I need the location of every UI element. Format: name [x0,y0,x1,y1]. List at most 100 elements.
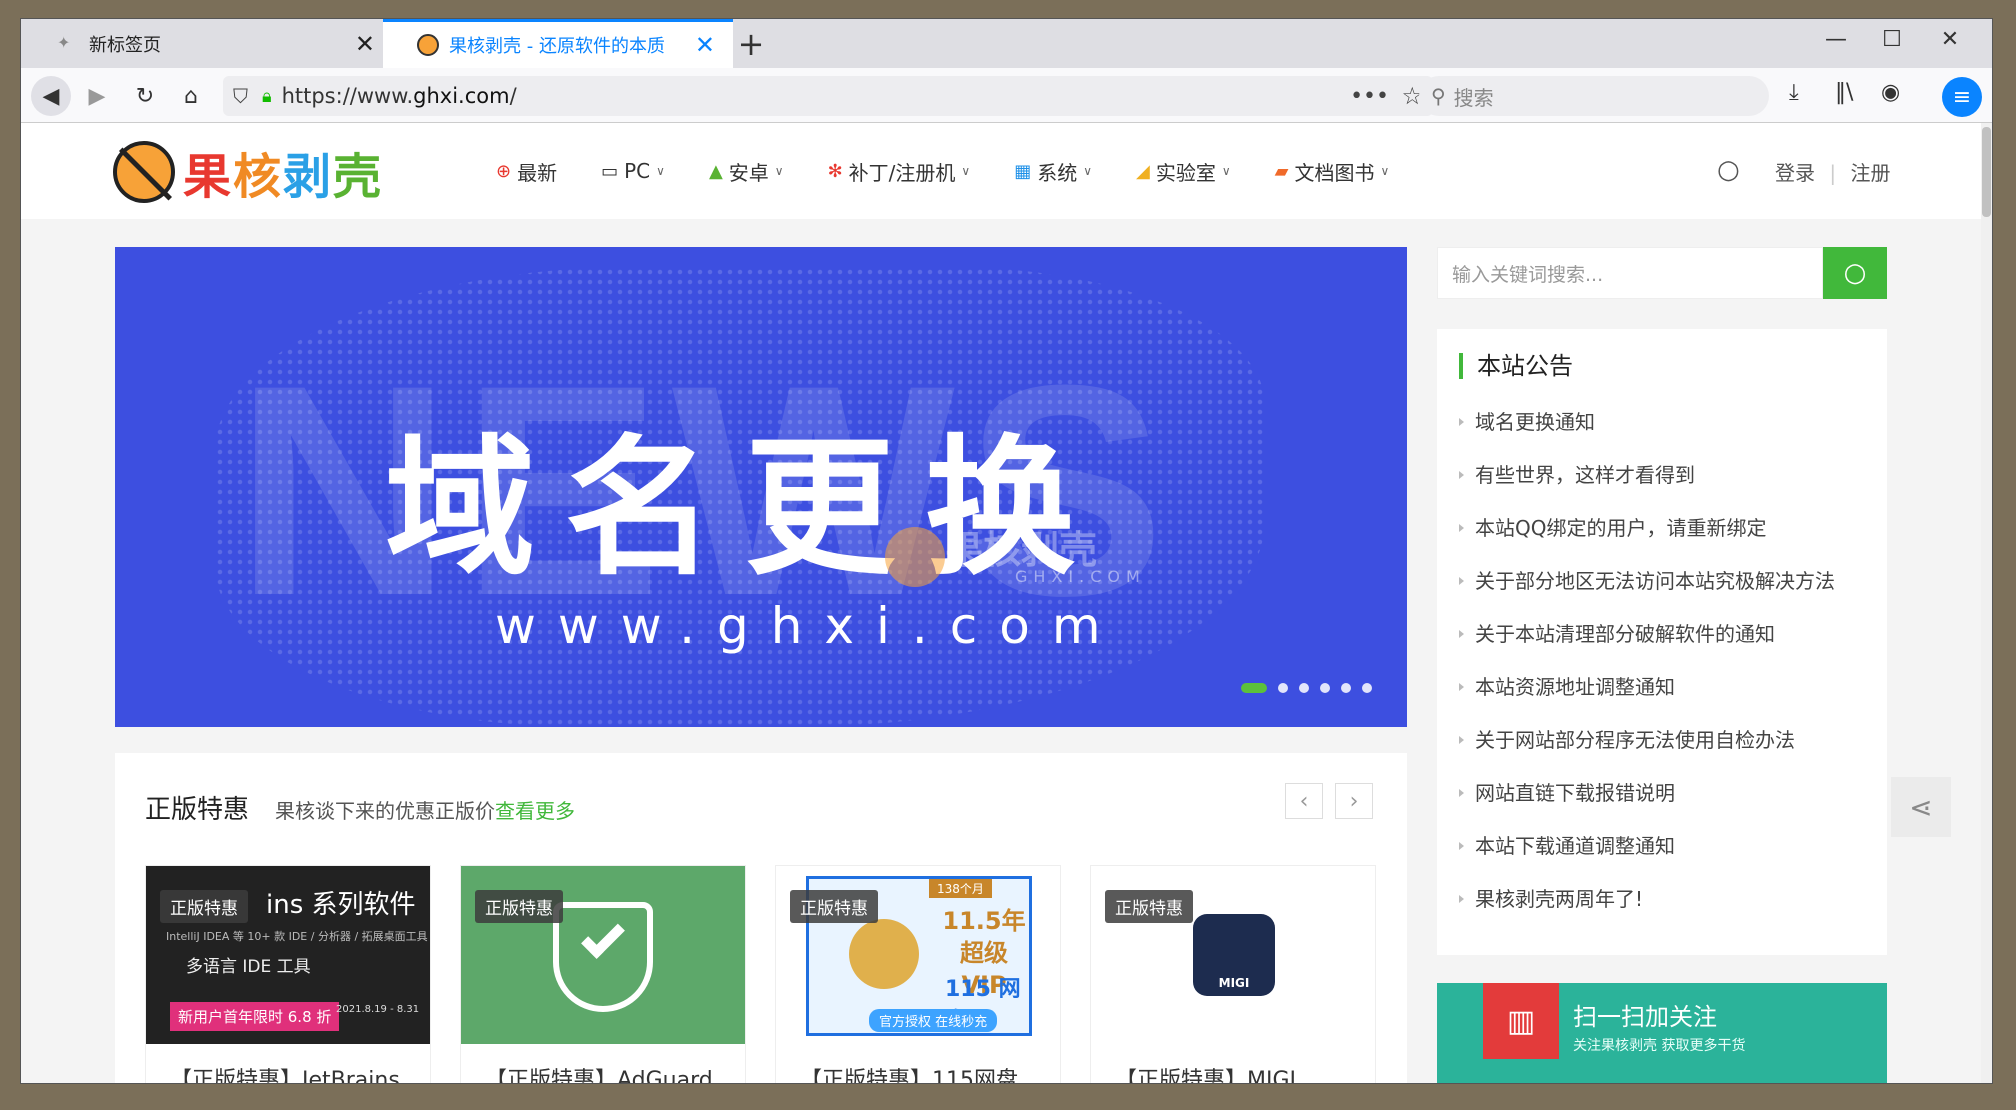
carousel-dot[interactable] [1299,683,1309,693]
close-icon[interactable]: ✕ [355,30,375,58]
notice-item[interactable]: 本站资源地址调整通知 [1459,670,1835,723]
android-icon: ▲ [708,160,723,182]
logo-char: 核 [233,149,284,205]
notice-item[interactable]: 域名更换通知 [1459,405,1835,458]
window-close-icon[interactable]: ✕ [1925,27,1975,52]
notice-title: 本站公告 [1459,353,1573,379]
maximize-icon[interactable]: ☐ [1867,27,1917,52]
page-scrollbar[interactable] [1981,123,1992,1083]
scrollbar-thumb[interactable] [1982,127,1991,217]
carousel-dot[interactable] [1241,683,1267,693]
tab-bar: ✦ 新标签页 ✕ 果核剥壳 - 还原软件的本质 ✕ + — ☐ ✕ [21,19,1992,68]
menu-item-books[interactable]: ▰ 文档图书 ∨ [1275,157,1390,186]
card-caption[interactable]: 【正版特惠】AdGuard [461,1044,745,1083]
card-img-line: IntelliJ IDEA 等 10+ 款 IDE / 分析器 / 拓展桌面工具 [166,930,428,943]
forward-arrow-icon[interactable]: ▶ [77,76,117,116]
next-button[interactable]: › [1335,783,1373,819]
minimize-icon[interactable]: — [1811,27,1861,52]
card-caption[interactable]: 【正版特惠】JetBrains [146,1044,430,1083]
chevron-down-icon: ∨ [656,164,665,178]
notice-item[interactable]: 果核剥壳两周年了! [1459,882,1835,935]
notice-panel: 本站公告 域名更换通知 有些世界，这样才看得到 本站QQ绑定的用户，请重新绑定 … [1437,329,1887,955]
tab-ghxi[interactable]: 果核剥壳 - 还原软件的本质 ✕ [383,19,733,68]
menu-label: 文档图书 [1294,160,1375,185]
gem-icon [849,919,919,989]
share-icon[interactable]: ⋖ [1891,777,1951,837]
notice-item[interactable]: 关于本站清理部分破解软件的通知 [1459,617,1835,670]
reload-icon[interactable]: ↻ [125,76,165,116]
deal-badge: 正版特惠 [790,890,878,923]
notice-item[interactable]: 有些世界，这样才看得到 [1459,458,1835,511]
deal-card[interactable]: 正版特惠 【正版特惠】AdGuard [460,865,746,1083]
carousel-dot[interactable] [1320,683,1330,693]
card-img-promo: 新用户首年限时 6.8 折 [170,1002,340,1031]
follow-panel[interactable]: ▥ 扫一扫加关注 关注果核剥壳 获取更多干货 [1437,983,1887,1083]
account-icon[interactable]: ◉ [1881,80,1900,105]
shield-icon[interactable]: ⛉ [233,84,248,108]
card-image: ins 系列软件 IntelliJ IDEA 等 10+ 款 IDE / 分析器… [146,866,430,1044]
more-dots-icon[interactable]: ••• [1350,84,1389,109]
notice-item[interactable]: 关于网站部分程序无法使用自检办法 [1459,723,1835,776]
menu-label: 安卓 [728,160,769,185]
deal-card[interactable]: 138个月 11.5年 超级VIP 115 网 盘 官方授权 在线秒充 正版特惠… [775,865,1061,1083]
menu-item-pc[interactable]: ▭ PC ∨ [601,159,665,183]
deal-card[interactable]: ins 系列软件 IntelliJ IDEA 等 10+ 款 IDE / 分析器… [145,865,431,1083]
site-logo[interactable]: 果核剥壳 [113,137,383,207]
menu-item-lab[interactable]: ◢ 实验室 ∨ [1136,157,1231,186]
lock-icon[interactable]: 🔒︎ [262,86,272,107]
new-tab-plus-icon[interactable]: + [731,25,771,63]
register-link[interactable]: 注册 [1850,161,1890,185]
tab-title: 果核剥壳 - 还原软件的本质 [449,36,665,57]
menu-item-patch[interactable]: ✻ 补丁/注册机 ∨ [828,157,971,186]
prev-button[interactable]: ‹ [1285,783,1323,819]
download-icon[interactable]: ⤓ [1789,80,1799,105]
web-page: 果核剥壳 ⊕ 最新 ▭ PC ∨ ▲ 安卓 ∨ ✻ 补丁/注册机 ∨ ▦ 系统 ∨ ◢ 实验室 ∨ ▰… [21,123,1983,1083]
url-suffix: / [509,84,517,108]
follow-subtitle: 关注果核剥壳 获取更多干货 [1573,1038,1746,1054]
watermark-sub: GHXI.COM [1015,567,1146,586]
library-icon[interactable]: ‖\ [1835,80,1853,105]
notice-item[interactable]: 关于部分地区无法访问本站究极解决方法 [1459,564,1835,617]
site-header: 果核剥壳 ⊕ 最新 ▭ PC ∨ ▲ 安卓 ∨ ✻ 补丁/注册机 ∨ ▦ 系统 ∨ ◢ 实验室 ∨ ▰… [21,123,1983,219]
logo-text: 果核剥壳 [183,137,383,207]
browser-search-placeholder: 搜索 [1453,85,1494,110]
chevron-down-icon: ∨ [1083,164,1093,178]
login-link[interactable]: 登录 [1775,161,1815,185]
subtitle-text: 果核谈下来的优惠正版价 [275,799,495,823]
deal-card[interactable]: MIGI 正版特惠 【正版特惠】MIGI [1090,865,1376,1083]
monitor-icon: ▭ [601,160,619,182]
home-icon[interactable]: ⌂ [171,76,211,116]
search-icon: ○ [1843,258,1867,288]
menu-item-system[interactable]: ▦ 系统 ∨ [1014,157,1092,186]
back-arrow-icon[interactable]: ◀ [31,76,71,116]
carousel-dot[interactable] [1278,683,1288,693]
favicon-icon [417,34,439,56]
card-img-date: 2021.8.19 - 8.31 [336,1004,420,1015]
hero-banner[interactable]: NEWS 域名更换 果核剥壳 GHXI.COM www.ghxi.com [115,247,1407,727]
menu-item-android[interactable]: ▲ 安卓 ∨ [709,157,784,186]
logo-mark-icon [113,141,175,203]
tab-new-tab[interactable]: ✦ 新标签页 ✕ [31,19,393,68]
card-caption[interactable]: 【正版特惠】115网盘 [776,1044,1060,1083]
notice-item[interactable]: 网站直链下载报错说明 [1459,776,1835,829]
sidebar-search-input[interactable]: 输入关键词搜索... [1437,247,1823,299]
close-icon[interactable]: ✕ [695,31,715,59]
section-title: 正版特惠 [145,795,250,825]
notice-item[interactable]: 本站下载通道调整通知 [1459,829,1835,882]
notice-list: 域名更换通知 有些世界，这样才看得到 本站QQ绑定的用户，请重新绑定 关于部分地… [1459,405,1835,935]
menu-hamburger-icon[interactable]: ≡ [1942,77,1982,117]
carousel-dot[interactable] [1362,683,1372,693]
url-text[interactable]: https://www.ghxi.com/ [282,84,517,108]
browser-search-bar[interactable]: ⚲ 搜索 [1419,76,1769,116]
watermark-text: 果核剥壳 [945,528,1098,572]
carousel-dot[interactable] [1341,683,1351,693]
address-bar[interactable]: ⛉ 🔒︎ https://www.ghxi.com/ ••• ☆ [223,76,1433,116]
banner-url: www.ghxi.com [495,597,1123,655]
header-search-icon[interactable]: ○ [1717,155,1740,185]
search-icon: ⚲ [1431,84,1446,108]
menu-item-latest[interactable]: ⊕ 最新 [496,157,557,186]
notice-item[interactable]: 本站QQ绑定的用户，请重新绑定 [1459,511,1835,564]
sidebar-search-button[interactable]: ○ [1823,247,1887,299]
card-caption[interactable]: 【正版特惠】MIGI [1091,1044,1375,1083]
see-more-link[interactable]: 查看更多 [495,799,575,823]
